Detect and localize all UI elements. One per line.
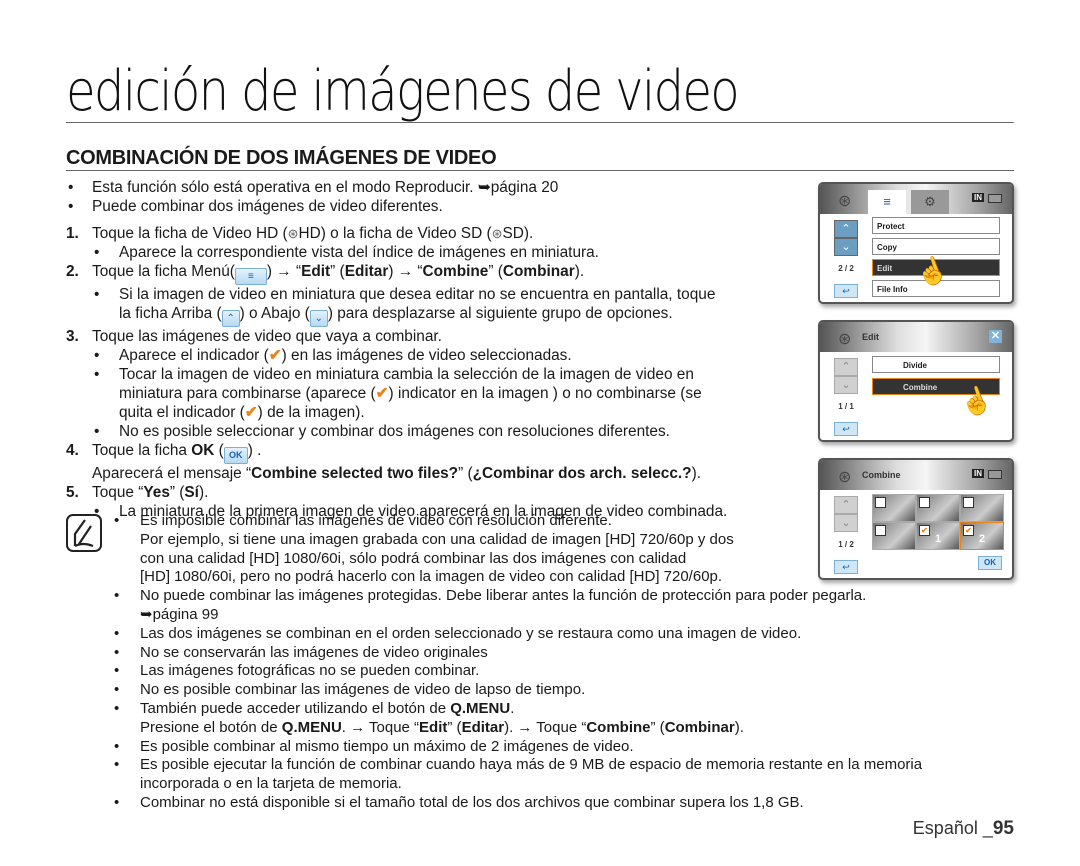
step-4: 4. Toque la ficha OK (OK) .	[66, 441, 826, 464]
page-title: edición de imágenes de video	[66, 62, 1014, 123]
selection-checkbox[interactable]: ✔	[963, 525, 974, 536]
video-thumbnail[interactable]: ✔ 1	[916, 522, 960, 550]
step-1: 1. Toque la ficha de Video HD (⊛HD) o la …	[66, 225, 534, 242]
video-thumbnail[interactable]	[960, 494, 1004, 522]
step-3-bullet: Tocar la imagen de video en miniatura ca…	[66, 365, 826, 384]
camera-screen-combine: ⊛ Combine IN ⌃ ⌄ 1 / 2 ↩ ✔ 1 ✔ 2 OK	[818, 458, 1014, 580]
step-3-bullet: Aparece el indicador (✔) en las imágenes…	[66, 346, 826, 365]
check-icon: ✔	[244, 404, 258, 421]
step-2: 2. Toque la ficha Menú(≡) → “Edit” (Edita…	[66, 262, 826, 285]
back-button[interactable]: ↩	[834, 284, 858, 298]
screen-title: Edit	[862, 332, 879, 342]
up-button[interactable]: ⌃	[834, 358, 858, 376]
battery-icon	[988, 194, 1002, 203]
note-bullet: También puede acceder utilizando el botó…	[66, 700, 1026, 719]
up-button[interactable]: ⌃	[834, 496, 858, 514]
selection-checkbox[interactable]	[919, 497, 930, 508]
step-1-bullet: Aparece la correspondiente vista del índ…	[66, 243, 826, 262]
storage-badge: IN	[972, 469, 984, 478]
camera-screen-edit: ⊛ Edit ✕ ⌃ ⌄ 1 / 1 ↩ Divide Combine ☝	[818, 320, 1014, 442]
camera-screen-menu: ⊛ ≡ ⚙ IN ⌃ ⌄ 2 / 2 ↩ Protect Copy Edit F…	[818, 182, 1014, 304]
menu-item-protect[interactable]: Protect	[872, 217, 1000, 234]
menu-item-divide[interactable]: Divide	[872, 356, 1000, 373]
down-button[interactable]: ⌄	[834, 514, 858, 532]
close-button[interactable]: ✕	[989, 330, 1002, 343]
video-mode-icon: ⊛	[838, 331, 852, 348]
page-indicator: 2 / 2	[838, 264, 854, 273]
page-footer: Español _95	[912, 818, 1014, 839]
menu-tab-icon: ≡	[234, 268, 267, 285]
note-bullet: Las imágenes fotográficas no se pueden c…	[66, 662, 1026, 681]
check-icon: ✔	[268, 347, 282, 364]
note-bullet: Es posible combinar al mismo tiempo un m…	[66, 738, 1026, 757]
down-button[interactable]: ⌄	[834, 238, 858, 256]
video-mode-icon: ⊛	[838, 469, 852, 486]
back-button[interactable]: ↩	[834, 560, 858, 574]
video-hd-icon: ⊛	[287, 226, 299, 241]
page-indicator: 1 / 2	[838, 540, 854, 549]
ok-button[interactable]: OK	[978, 556, 1002, 570]
note-bullet: No se conservarán las imágenes de video …	[66, 644, 1026, 663]
note-bullet: Combinar no está disponible si el tamaño…	[66, 794, 1026, 813]
video-thumbnail[interactable]	[872, 494, 916, 522]
down-tab-icon: ⌄	[309, 310, 328, 327]
step-5: 5. Toque “Yes” (Sí).	[66, 484, 209, 501]
storage-badge: IN	[972, 193, 984, 202]
selection-order: 1	[935, 533, 942, 545]
menu-tab[interactable]: ≡	[868, 190, 906, 214]
ok-tab-icon: OK	[223, 447, 248, 464]
video-mode-icon[interactable]: ⊛	[838, 191, 851, 211]
video-sd-icon: ⊛	[491, 226, 503, 241]
note-bullet: No puede combinar las imágenes protegida…	[66, 587, 1026, 606]
video-thumbnail[interactable]	[916, 494, 960, 522]
selection-order: 2	[979, 533, 986, 545]
back-button[interactable]: ↩	[834, 422, 858, 436]
page-indicator: 1 / 1	[838, 402, 854, 411]
battery-icon	[988, 470, 1002, 479]
selection-checkbox[interactable]	[875, 525, 886, 536]
settings-tab[interactable]: ⚙	[911, 190, 949, 214]
instructions: Esta función sólo está operativa en el m…	[66, 178, 826, 521]
note-bullet: No es posible combinar las imágenes de v…	[66, 681, 1026, 700]
section-title: COMBINACIÓN DE DOS IMÁGENES DE VIDEO	[66, 147, 1014, 171]
selection-checkbox[interactable]: ✔	[919, 525, 930, 536]
step-2-bullet-cont: la ficha Arriba (⌃) o Abajo (⌄) para des…	[66, 304, 826, 327]
selection-checkbox[interactable]	[875, 497, 886, 508]
intro-bullet: Puede combinar dos imágenes de video dif…	[66, 197, 826, 216]
up-tab-icon: ⌃	[221, 310, 240, 327]
down-button[interactable]: ⌄	[834, 376, 858, 394]
selection-checkbox[interactable]	[963, 497, 974, 508]
step-3-bullet: No es posible seleccionar y combinar dos…	[66, 422, 826, 441]
intro-bullet: Esta función sólo está operativa en el m…	[66, 178, 826, 197]
note-bullet: Las dos imágenes se combinan en el orden…	[66, 625, 1026, 644]
check-icon: ✔	[375, 385, 389, 402]
video-thumbnail[interactable]	[872, 522, 916, 550]
step-2-bullet: Si la imagen de video en miniatura que d…	[66, 285, 826, 304]
screen-title: Combine	[862, 470, 901, 480]
step-3: 3. Toque las imágenes de video que vaya a…	[66, 328, 442, 345]
step-4-message: Aparecerá el mensaje “Combine selected t…	[92, 465, 701, 482]
video-thumbnail[interactable]: ✔ 2	[960, 522, 1004, 550]
up-button[interactable]: ⌃	[834, 220, 858, 238]
note-bullet: Es posible ejecutar la función de combin…	[66, 756, 1026, 775]
